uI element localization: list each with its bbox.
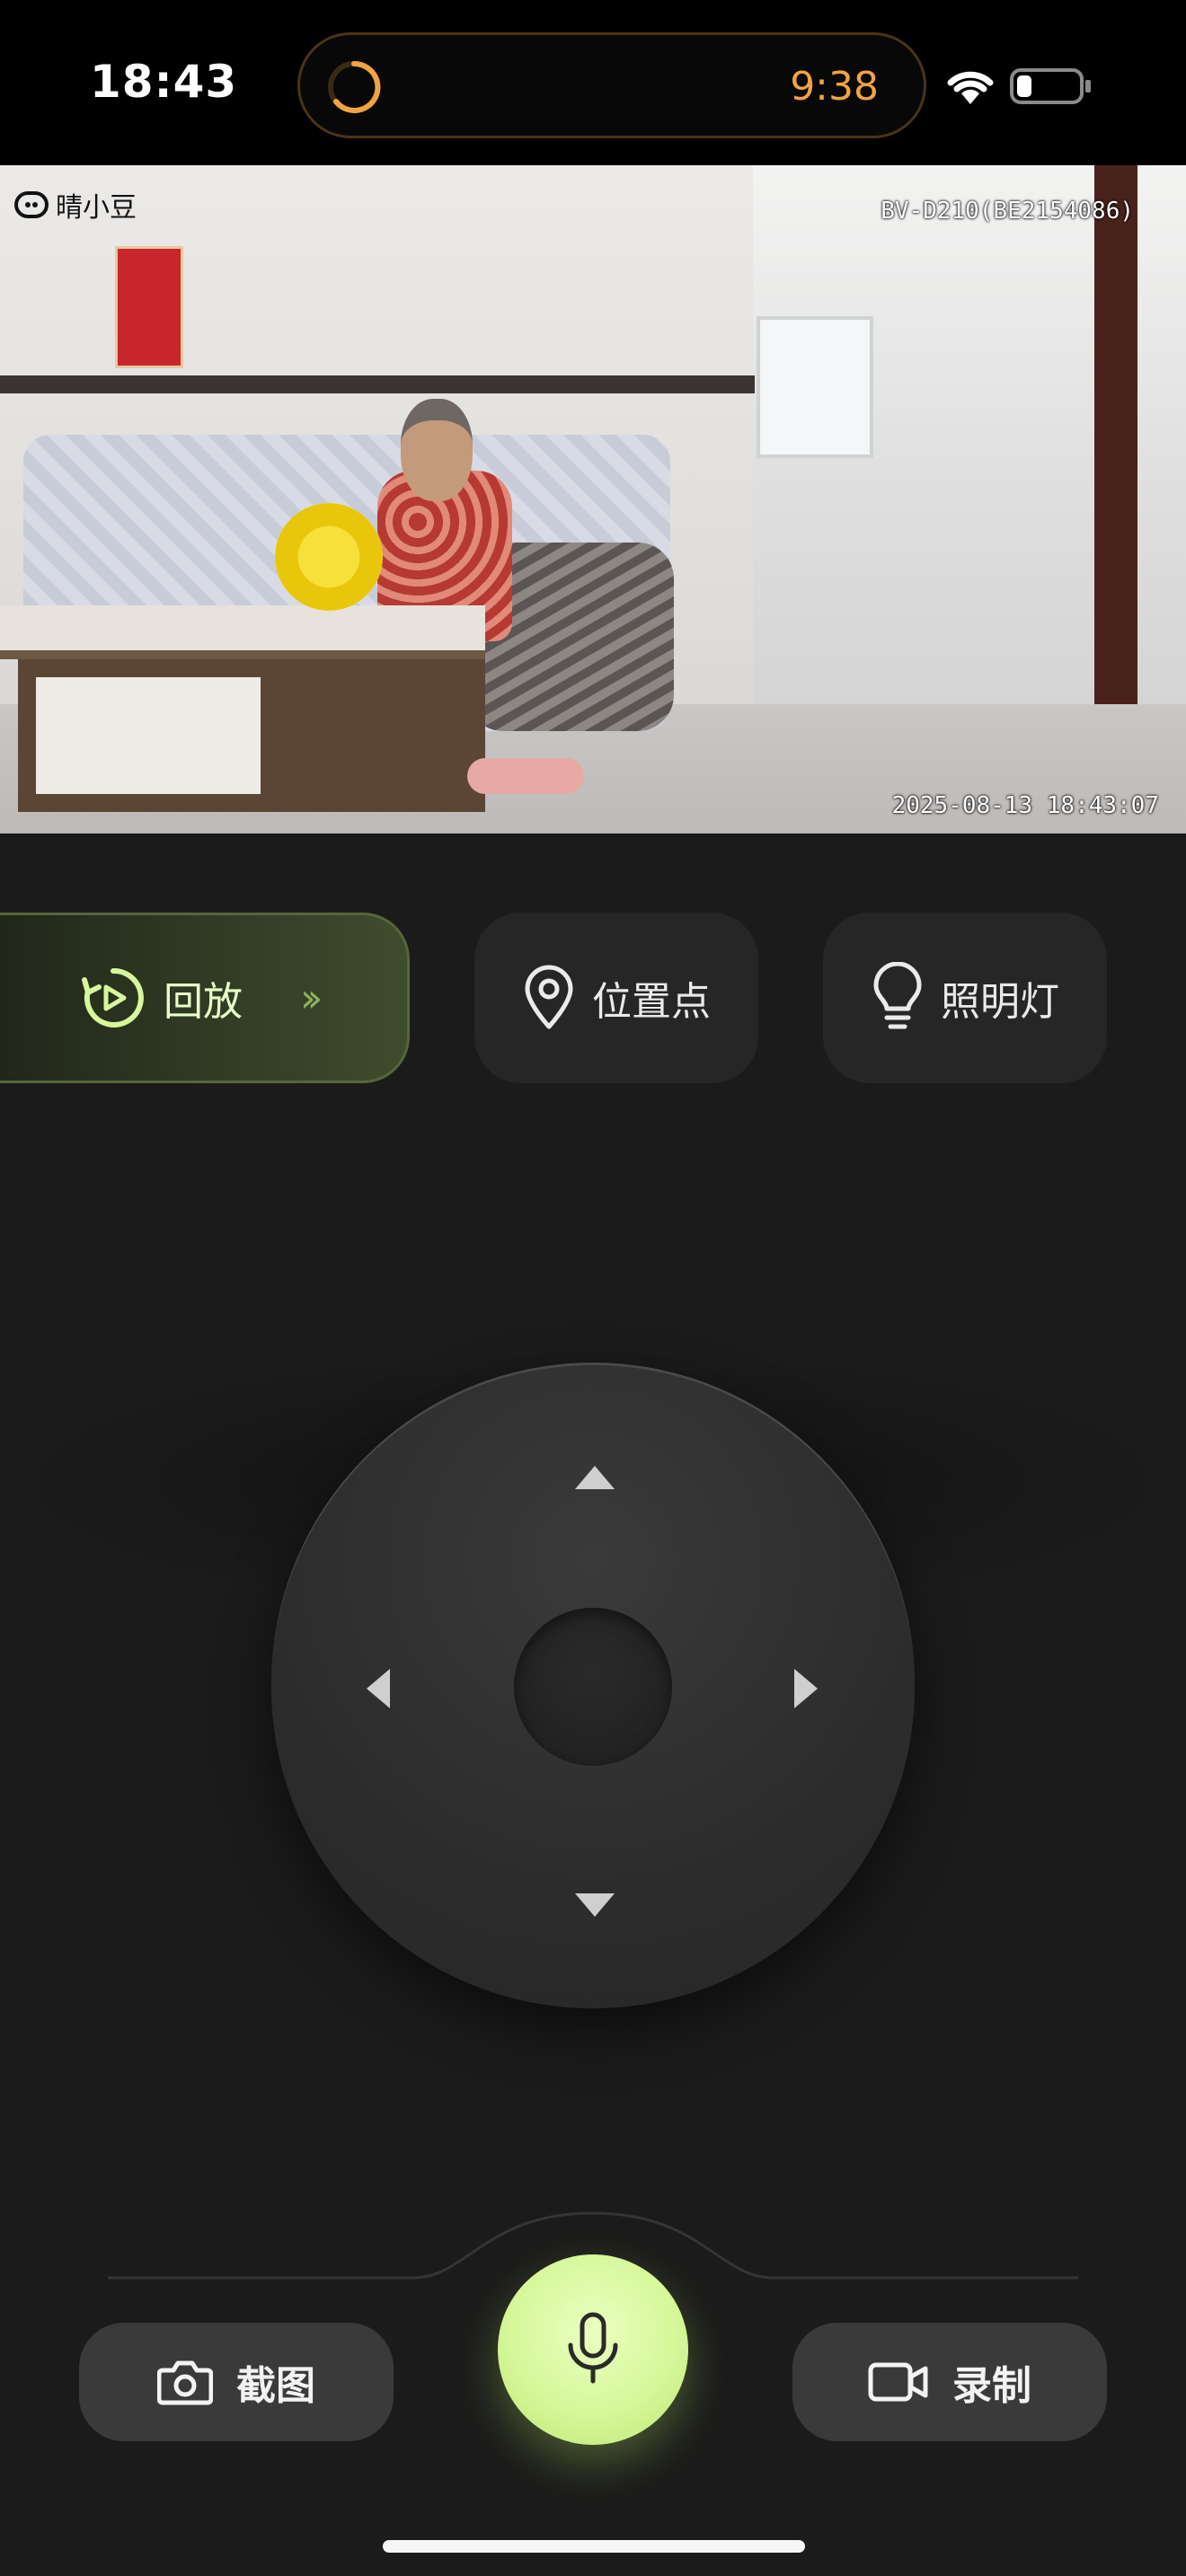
wifi-icon [947, 71, 994, 104]
battery-icon [1010, 68, 1091, 104]
screenshot-button[interactable]: 截图 [79, 2323, 394, 2441]
table-drawer [36, 677, 261, 794]
lightbulb-icon [873, 962, 922, 1029]
yellow-fan [275, 503, 383, 611]
microphone-icon [568, 2312, 618, 2384]
camera-feed[interactable]: 晴小豆 BV-D210(BE2154086) 2025-08-13 18:43:… [0, 165, 1186, 834]
location-button[interactable]: 位置点 [474, 913, 758, 1083]
playback-button[interactable]: 回放 ›› [0, 913, 410, 1083]
dynamic-island[interactable]: 9:38 [297, 32, 926, 138]
status-time: 18:43 [90, 56, 238, 108]
camera-timestamp: 2025-08-13 18:43:07 [891, 792, 1159, 819]
brand-name: 晴小豆 [56, 192, 137, 224]
light-button[interactable]: 照明灯 [823, 913, 1107, 1083]
video-camera-icon [868, 2362, 928, 2402]
brand-logo-icon [14, 191, 49, 218]
record-label: 录制 [952, 2363, 1031, 2409]
wall-band [0, 375, 755, 393]
location-label: 位置点 [592, 979, 711, 1025]
playback-icon [82, 967, 144, 1028]
door-frame [1094, 165, 1137, 740]
record-button[interactable]: 录制 [792, 2323, 1107, 2441]
wall-poster [115, 246, 183, 368]
action-row: 回放 ›› 位置点 照明灯 [0, 913, 1186, 1083]
light-label: 照明灯 [941, 979, 1059, 1025]
chevron-right-icon: ›› [300, 975, 323, 1021]
camera-device-id: BV-D210(BE2154086) [881, 198, 1134, 225]
slippers [467, 758, 584, 794]
status-bar: 18:43 9:38 [0, 0, 1186, 165]
window [757, 316, 873, 458]
timer-ring-icon [328, 60, 381, 113]
ptz-joystick[interactable] [271, 1365, 915, 2008]
home-indicator[interactable] [383, 2540, 805, 2553]
playback-label: 回放 [164, 979, 243, 1025]
coffee-table [0, 605, 485, 659]
location-pin-icon [525, 965, 573, 1029]
pan-right-icon[interactable] [794, 1669, 818, 1708]
activity-timer: 9:38 [790, 64, 879, 110]
pan-down-icon[interactable] [575, 1893, 615, 1917]
camera-icon [157, 2360, 213, 2405]
pan-up-icon[interactable] [575, 1466, 615, 1489]
microphone-button[interactable] [498, 2254, 688, 2445]
screenshot-label: 截图 [236, 2363, 315, 2409]
joystick-knob[interactable] [514, 1608, 672, 1766]
camera-brand: 晴小豆 [14, 185, 137, 225]
person-head [401, 399, 473, 501]
pan-left-icon[interactable] [367, 1669, 390, 1708]
